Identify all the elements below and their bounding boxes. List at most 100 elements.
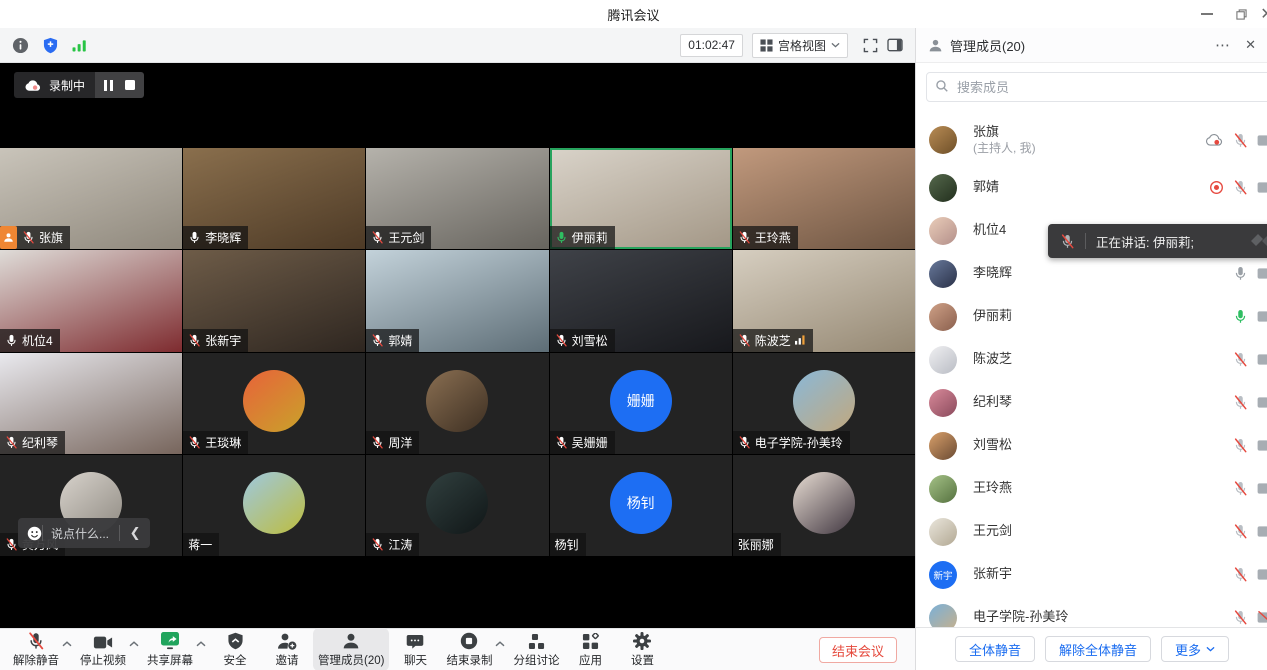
video-tile[interactable]: 机位4 — [0, 250, 182, 351]
pause-recording-button[interactable] — [104, 80, 113, 91]
mic-muted-icon — [188, 334, 201, 347]
toolbar-stop-video-button[interactable]: 停止视频 — [75, 628, 131, 670]
minimize-button[interactable] — [1190, 0, 1224, 28]
fullscreen-icon[interactable] — [863, 38, 878, 53]
mic-speaking-icon[interactable] — [1233, 309, 1248, 324]
camera-icon[interactable] — [1257, 310, 1267, 323]
speaking-tooltip: 正在讲话: 伊丽莉; — [1048, 224, 1267, 258]
video-tile[interactable]: 杨钊杨钊 — [550, 455, 732, 556]
video-tile[interactable]: 张旗 — [0, 148, 182, 249]
member-row[interactable]: 刘雪松 — [916, 424, 1267, 467]
member-row[interactable]: 伊丽莉 — [916, 295, 1267, 338]
member-row[interactable]: 王元剑 — [916, 510, 1267, 553]
network-signal-icon[interactable] — [72, 39, 87, 52]
toolbar-security-button[interactable]: 安全 — [209, 628, 261, 670]
video-tile[interactable]: 伊丽莉 — [550, 148, 732, 249]
toolbar-unmute-button[interactable]: 解除静音 — [8, 628, 64, 670]
mic-muted-icon[interactable] — [1233, 133, 1248, 148]
participant-name: 张新宇 — [205, 332, 241, 349]
mic-muted-icon — [371, 436, 384, 449]
participant-name: 刘雪松 — [572, 332, 608, 349]
mic-muted-icon[interactable] — [1233, 610, 1248, 625]
toolbar-left-icons — [12, 37, 87, 54]
video-tile[interactable]: 电子学院-孙美玲 — [733, 353, 915, 454]
meeting-info-icon[interactable] — [12, 37, 29, 54]
mic-muted-icon[interactable] — [1233, 180, 1248, 195]
toolbar-members-button[interactable]: 管理成员(20) — [313, 628, 389, 670]
toolbar-apps-button[interactable]: 应用 — [564, 628, 616, 670]
mic-muted-icon — [5, 436, 18, 449]
video-tile[interactable]: 郭婧 — [366, 250, 548, 351]
video-tile[interactable]: 周洋 — [366, 353, 548, 454]
participant-name: 周洋 — [388, 434, 412, 451]
toolbar-unmute-expand-icon[interactable] — [62, 641, 72, 659]
member-row[interactable]: 王玲燕 — [916, 467, 1267, 510]
emoji-smiley-icon[interactable] — [27, 526, 42, 541]
member-row[interactable]: 张旗(主持人, 我) — [916, 114, 1267, 166]
toolbar-end-record-button[interactable]: 结束录制 — [441, 628, 497, 670]
collapse-chat-icon[interactable]: ❮ — [120, 518, 150, 548]
mic-muted-icon[interactable] — [1233, 395, 1248, 410]
toolbar-breakout-button[interactable]: 分组讨论 — [508, 628, 564, 670]
mic-muted-icon[interactable] — [1233, 567, 1248, 582]
member-row[interactable]: 郭婧 — [916, 166, 1267, 209]
member-row[interactable]: 纪利琴 — [916, 381, 1267, 424]
camera-icon[interactable] — [1257, 181, 1267, 194]
camera-icon[interactable] — [1257, 134, 1267, 147]
camera-icon[interactable] — [1257, 568, 1267, 581]
toolbar-share-screen-expand-icon[interactable] — [196, 641, 206, 659]
quick-chat-bubble[interactable]: 说点什么... ❮ — [18, 518, 150, 548]
stop-recording-button[interactable] — [125, 80, 135, 90]
member-search-input[interactable] — [926, 72, 1267, 102]
camera-icon[interactable] — [1257, 439, 1267, 452]
toolbar-settings-button[interactable]: 设置 — [616, 628, 668, 670]
video-tile[interactable]: 张新宇 — [183, 250, 365, 351]
video-tile[interactable]: 王元剑 — [366, 148, 548, 249]
side-panel-layout-icon[interactable] — [887, 38, 903, 52]
mic-muted-icon — [555, 436, 568, 449]
video-tile[interactable]: 江涛 — [366, 455, 548, 556]
video-tile[interactable]: 张丽娜 — [733, 455, 915, 556]
panel-more-icon[interactable]: ⋯ — [1215, 36, 1231, 54]
toolbar-invite-button[interactable]: 邀请 — [261, 628, 313, 670]
camera-icon[interactable] — [1257, 525, 1267, 538]
camera-off-icon[interactable] — [1257, 611, 1267, 624]
video-tile[interactable]: 王玲燕 — [733, 148, 915, 249]
member-row[interactable]: 电子学院-孙美玲 — [916, 596, 1267, 628]
camera-icon[interactable] — [1257, 267, 1267, 280]
video-tile[interactable]: 李晓辉 — [183, 148, 365, 249]
toolbar-stop-video-expand-icon[interactable] — [129, 641, 139, 659]
security-shield-icon[interactable] — [43, 37, 58, 54]
mic-muted-icon[interactable] — [1233, 481, 1248, 496]
restore-button[interactable] — [1224, 0, 1258, 28]
toolbar-share-screen-button[interactable]: 共享屏幕 — [142, 628, 198, 670]
camera-icon[interactable] — [1257, 353, 1267, 366]
video-tile[interactable]: 王琰琳 — [183, 353, 365, 454]
video-tile[interactable]: 姗姗吴姗姗 — [550, 353, 732, 454]
mic-muted-icon[interactable] — [1233, 524, 1248, 539]
mic-muted-icon[interactable] — [1233, 352, 1248, 367]
view-mode-button[interactable]: 宫格视图 — [752, 33, 848, 58]
video-tile[interactable]: 蒋一 — [183, 455, 365, 556]
toolbar-chat-button[interactable]: 聊天 — [389, 628, 441, 670]
more-button[interactable]: 更多 — [1161, 636, 1229, 662]
camera-icon[interactable] — [1257, 396, 1267, 409]
video-tile[interactable]: 纪利琴 — [0, 353, 182, 454]
unmute-all-button[interactable]: 解除全体静音 — [1045, 636, 1151, 662]
toolbar-end-record-expand-icon[interactable] — [495, 641, 505, 659]
video-tile[interactable]: 陈波芝 — [733, 250, 915, 351]
mic-muted-icon[interactable] — [1233, 438, 1248, 453]
camera-icon[interactable] — [1257, 482, 1267, 495]
member-row[interactable]: 李晓辉 — [916, 252, 1267, 295]
grid-view-icon — [760, 39, 773, 52]
panel-close-icon[interactable]: ✕ — [1245, 37, 1256, 53]
video-tile[interactable]: 刘雪松 — [550, 250, 732, 351]
quick-chat-placeholder[interactable]: 说点什么... — [51, 525, 109, 542]
member-avatar — [929, 389, 957, 417]
member-row[interactable]: 新宇张新宇 — [916, 553, 1267, 596]
end-meeting-button[interactable]: 结束会议 — [819, 637, 897, 663]
mute-all-button[interactable]: 全体静音 — [955, 636, 1035, 662]
close-button[interactable]: ✕ — [1258, 0, 1267, 28]
mic-icon[interactable] — [1233, 266, 1248, 281]
member-row[interactable]: 陈波芝 — [916, 338, 1267, 381]
